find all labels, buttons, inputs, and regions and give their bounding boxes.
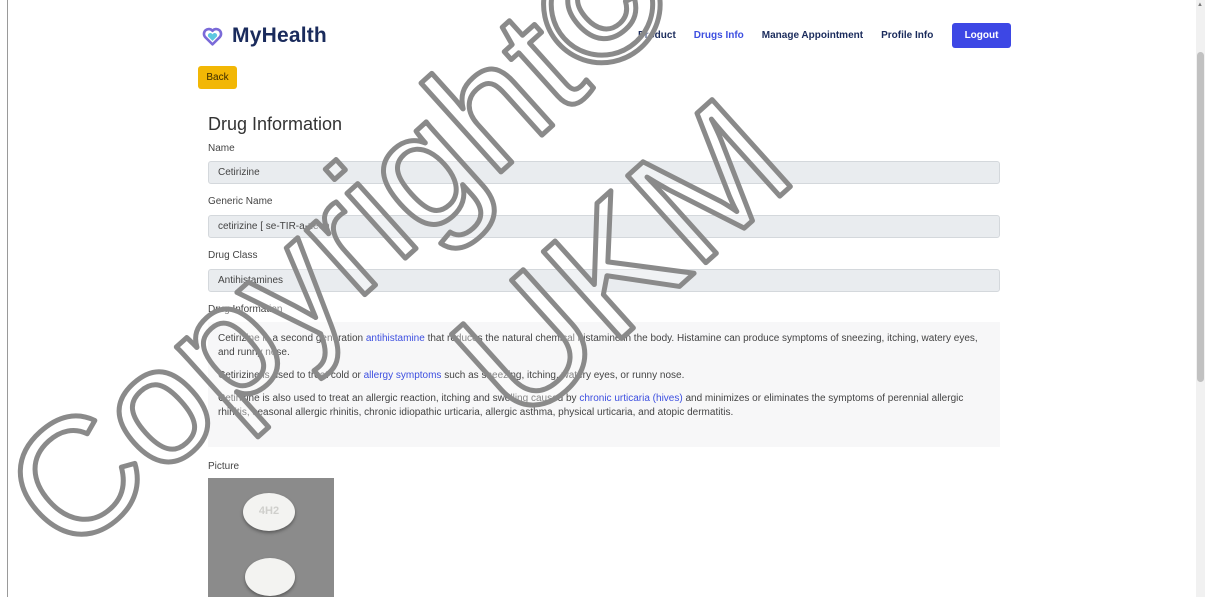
scroll-up-icon[interactable]: ▲	[1197, 2, 1203, 8]
pill-bottom	[245, 558, 295, 596]
paragraph-text: Cetirizine is also used to treat an alle…	[218, 393, 580, 404]
paragraph-text: Cetirizine is used to treat cold or	[218, 370, 364, 381]
drug-info-box: Cetirizine is a second generation antihi…	[208, 322, 1000, 447]
generic-name-label: Generic Name	[208, 196, 273, 207]
drug-picture: 4H2	[208, 478, 334, 597]
pill-top: 4H2	[243, 493, 295, 531]
nav-product[interactable]: Product	[638, 30, 676, 41]
drug-class-field[interactable]: Antihistamines	[208, 269, 1000, 292]
heart-logo-icon	[202, 27, 223, 46]
scroll-thumb[interactable]	[1197, 52, 1204, 382]
brand-name: MyHealth	[232, 24, 327, 47]
page-title: Drug Information	[208, 114, 343, 134]
left-border	[7, 0, 8, 597]
name-label: Name	[208, 143, 235, 154]
nav-profile-info[interactable]: Profile Info	[881, 30, 933, 41]
picture-label: Picture	[208, 461, 240, 472]
vertical-scrollbar[interactable]: ▲	[1196, 0, 1205, 597]
drug-info-label: Drug Information	[208, 304, 283, 315]
name-field[interactable]: Cetirizine	[208, 161, 1000, 184]
paragraph-text: Cetirizine is a second generation	[218, 333, 366, 344]
nav-drugs-info[interactable]: Drugs Info	[694, 30, 744, 41]
back-button[interactable]: Back	[198, 66, 237, 89]
generic-name-field[interactable]: cetirizine [ se-TIR-a-zeen ]	[208, 215, 1000, 238]
chronic-urticaria-link[interactable]: chronic urticaria (hives)	[579, 393, 682, 404]
drug-info-paragraph: Cetirizine is used to treat cold or alle…	[218, 369, 990, 383]
copyright-watermark: Copyright© UKM	[0, 0, 828, 589]
paragraph-text: such as sneezing, itching, watery eyes, …	[441, 370, 685, 381]
logout-button[interactable]: Logout	[952, 23, 1011, 48]
watermark-copyright: Copyright©	[0, 0, 709, 586]
drug-info-paragraph: Cetirizine is a second generation antihi…	[218, 332, 990, 360]
main-nav: Product Drugs Info Manage Appointment Pr…	[638, 30, 933, 41]
drug-class-label: Drug Class	[208, 250, 258, 261]
top-navbar: MyHealth Product Drugs Info Manage Appoi…	[0, 0, 1196, 70]
antihistamine-link[interactable]: antihistamine	[366, 333, 425, 344]
nav-manage-appointment[interactable]: Manage Appointment	[762, 30, 863, 41]
brand-logo[interactable]: MyHealth	[202, 24, 327, 48]
allergy-symptoms-link[interactable]: allergy symptoms	[364, 370, 442, 381]
drug-info-paragraph: Cetirizine is also used to treat an alle…	[218, 392, 990, 420]
pill-imprint: 4H2	[258, 505, 280, 517]
